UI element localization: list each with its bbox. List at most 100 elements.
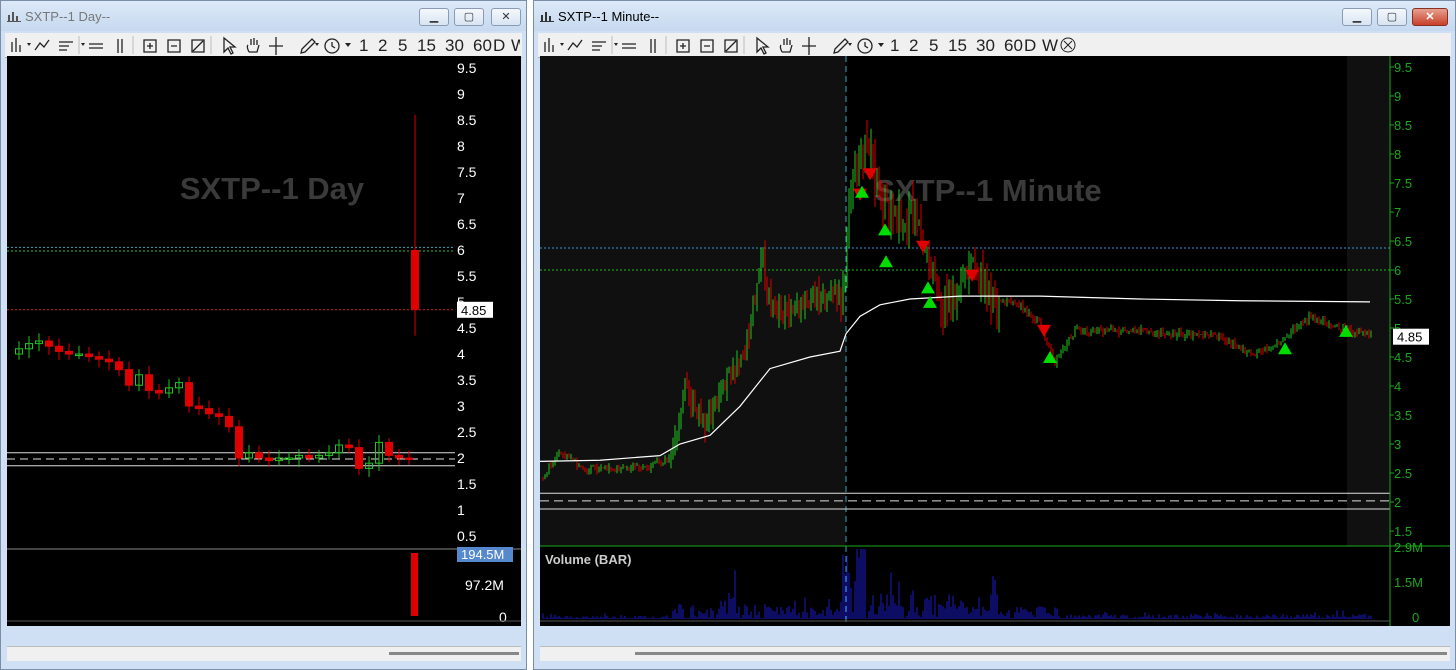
y-tick-label: 9 [1394,89,1401,104]
chart-watermark: SXTP--1 Day [180,171,365,206]
line-chart-icon-path [567,39,583,51]
zoom-out-icon-path [700,39,714,53]
pointer-icon-path [223,36,237,55]
dropdown-arrow-icon [81,43,85,46]
dropdown-arrow-icon [27,43,31,46]
line-chart-icon [567,39,583,51]
candle-body [65,350,73,355]
last-candle-body [411,250,419,310]
candle-body [225,415,233,428]
vertical-line-icon-path [650,39,656,53]
titlebar[interactable]: SXTP--1 Minute-- ▁ ▢ ✕ [534,1,1455,31]
zoom-out-icon-path [167,39,181,53]
candle-body [145,374,153,391]
dropdown-arrow-icon [345,43,351,47]
y-tick-label: 2.5 [1394,466,1412,481]
y-tick-label: 4.5 [1394,350,1412,365]
price-chart-daily[interactable]: SXTP--1 Day9.598.587.576.565.554.543.532… [7,56,521,640]
window-minute[interactable]: SXTP--1 Minute-- ▁ ▢ ✕ 1 2 5 15 30 60 D W SXTP-… [533,0,1456,670]
candle-body [85,353,93,358]
hand-icon-path [779,38,793,53]
minimize-icon: ▁ [429,11,439,23]
minute-chart-svg[interactable]: SXTP--1 Minute9.598.587.576.565.554.543.… [539,56,1450,640]
buy-arrow-icon [879,255,893,268]
maximize-button[interactable]: ▢ [454,8,484,26]
candle-body [395,454,403,459]
y-tick-label: 8.5 [457,112,477,128]
pointer-icon [223,36,237,55]
y-tick-label: 7.5 [457,164,477,180]
x-time-label: 16:00 [1329,624,1364,626]
y-tick-label: 9.5 [457,60,477,76]
pencil-icon-path [833,38,849,54]
x-label-date: 25 DEC [11,624,60,626]
volume-tick-zero: 0 [1412,610,1419,625]
chart-app-icon [540,12,554,22]
chart-toolbar: 1 2 5 15 30 60 D W [5,33,522,58]
period-button-15: 15 [417,36,436,55]
y-tick-label: 3 [1394,437,1401,452]
dropdown-arrow-icon [614,43,618,46]
volume-tick-max: 194.5M [461,547,504,562]
y-tick-label: 1.5 [457,476,477,492]
y-tick-label: 9 [457,86,465,102]
dropdown-arrow-icon [560,43,564,46]
y-tick-label: 4 [1394,379,1401,394]
chart-app-icon [7,12,21,22]
period-button-30: 30 [445,36,464,55]
x-time-label: 10:00 [868,624,903,626]
y-tick-label: 7.5 [1394,176,1412,191]
y-tick-label: 7 [1394,205,1401,220]
auto-scale-icon-path [191,39,205,53]
volume-label: Volume (BAR) [545,552,631,567]
period-button-2: 2 [909,36,918,55]
zoom-in-icon [143,39,157,53]
minimize-button[interactable]: ▁ [419,8,449,26]
period-button-5: 5 [929,36,938,55]
price-tag: 4.85 [461,303,486,318]
close-button[interactable]: ✕ [491,8,521,26]
indicator-icon-path [59,41,73,51]
period-button-w: W [1042,36,1058,55]
scrollbar-thumb[interactable] [389,652,519,655]
window-title: SXTP--1 Day-- [25,9,111,24]
candle-body [125,369,133,386]
candle-body [305,454,313,459]
close-chart-icon [1060,37,1076,53]
maximize-button[interactable]: ▢ [1377,8,1407,26]
x-time-label: 06:20 [587,624,622,626]
horizontal-scrollbar[interactable] [7,646,521,661]
buy-arrow-icon [878,223,892,236]
close-icon: ✕ [1425,11,1435,23]
x-time-label: 12:00 [1023,624,1058,626]
y-tick-label: 3.5 [457,372,477,388]
candle-body [155,389,163,394]
x-time-label: 14:00 [1176,624,1211,626]
y-tick-label: 4 [457,346,465,362]
y-tick-label: 7 [457,190,465,206]
period-button-60: 60 [473,36,492,55]
maximize-icon: ▢ [1386,11,1398,23]
daily-chart-svg[interactable]: SXTP--1 Day9.598.587.576.565.554.543.532… [7,56,521,640]
dropdown-arrow-icon [848,43,852,46]
auto-scale-icon [191,39,205,53]
horizontal-scrollbar[interactable] [540,646,1450,661]
period-button-w: W [511,36,520,55]
price-chart-minute[interactable]: SXTP--1 Minute 9.5 9 8.5 8 7.5 7 6.5 6 5.5 5 4.5 4 3.… [539,56,1450,640]
indicator-icon-path [592,41,606,51]
close-button[interactable]: ✕ [1412,8,1448,26]
minimize-button[interactable]: ▁ [1342,8,1372,26]
horizontal-line-icon [622,43,636,49]
window-daily[interactable]: SXTP--1 Day-- ▁ ▢ ✕ 1 2 5 15 30 60 D W SXTP--1 … [0,0,527,670]
y-tick-label: 3.5 [1394,408,1412,423]
scrollbar-thumb[interactable] [635,652,1447,655]
period-button-1: 1 [890,36,899,55]
clock-icon-hands [331,42,336,49]
candle-body [405,457,413,460]
buy-arrow-icon [1278,342,1292,355]
horizontal-line-icon-path [89,43,103,49]
clock-icon [324,38,340,54]
period-button-d: D [1024,36,1036,55]
window-title: SXTP--1 Minute-- [558,9,660,24]
titlebar[interactable]: SXTP--1 Day-- ▁ ▢ ✕ [1,1,526,31]
